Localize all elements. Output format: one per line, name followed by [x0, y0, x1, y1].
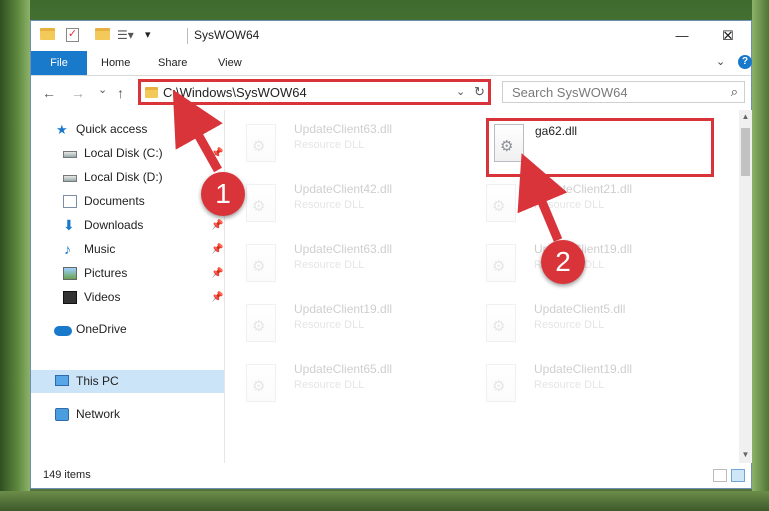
annotation-step-2: 2 — [541, 240, 585, 284]
annotation-arrow-2 — [517, 153, 568, 242]
annotation-step-1: 1 — [201, 172, 245, 216]
annotation-arrow-1 — [172, 89, 223, 173]
annotation-arrows — [172, 89, 568, 242]
